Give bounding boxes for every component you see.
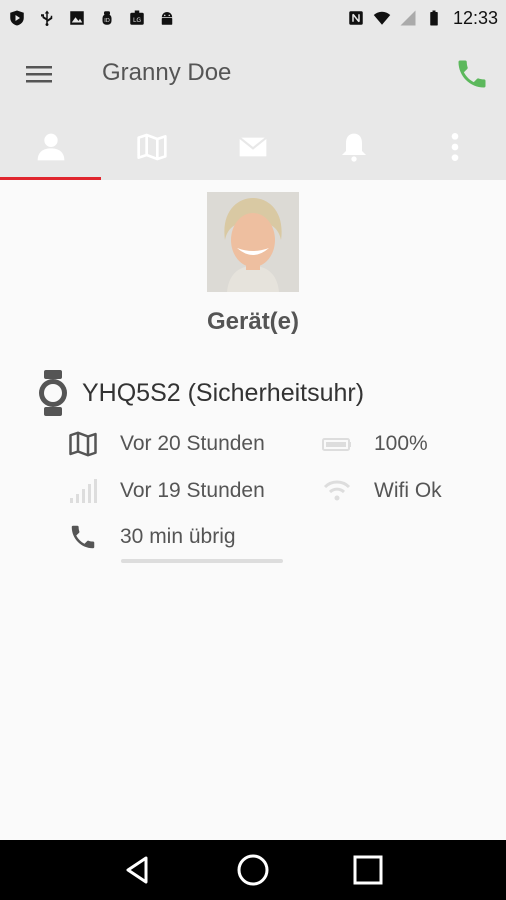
device-row[interactable]: YHQ5S2 (Sicherheitsuhr) [36,370,364,416]
call-time-info: 30 min übrig [68,522,236,552]
menu-icon[interactable] [20,60,60,90]
watch-icon [39,370,67,416]
status-time: 12:33 [452,7,498,28]
svg-text:LG: LG [133,17,141,24]
wifi-icon [373,11,391,25]
more-vert-icon [452,133,459,161]
image-icon [70,11,84,25]
call-icon[interactable] [454,56,490,92]
map-icon [137,133,167,161]
app-bar: Granny Doe [0,36,506,114]
call-remaining: 30 min übrig [120,525,236,548]
location-info: Vor 20 Stunden [68,429,265,459]
tab-map[interactable] [101,114,202,180]
signal-icon [400,10,416,26]
signal-time: Vor 19 Stunden [120,479,265,502]
wifi-status: Wifi Ok [374,479,442,502]
phone-icon [71,525,95,549]
bug-icon: ID [102,11,112,25]
tab-bar [0,114,506,180]
nfc-icon [349,11,363,25]
avatar[interactable] [207,192,299,292]
system-nav-bar [0,840,506,900]
person-icon [37,133,64,161]
android-icon [161,12,173,25]
tab-messages[interactable] [202,114,303,180]
back-icon[interactable] [120,852,156,888]
tab-profile[interactable] [0,114,102,180]
tab-more[interactable] [405,114,506,180]
device-name: YHQ5S2 (Sicherheitsuhr) [82,378,365,407]
wifi-icon [323,480,351,501]
recents-icon[interactable] [350,852,386,888]
svg-text:ID: ID [104,18,110,24]
devices-heading: Gerät(e) [206,308,300,335]
map-icon [69,431,97,457]
page-title: Granny Doe [102,59,232,86]
usb-icon [41,10,53,27]
play-shield-icon [10,10,24,26]
lg-icon: LG [130,10,144,25]
wifi-info: Wifi Ok [322,476,442,506]
bell-icon [342,133,367,162]
battery-horizontal-icon [322,438,351,451]
battery-info: 100% [322,429,428,459]
call-time-progress [121,559,283,563]
battery-level: 100% [374,432,428,455]
status-bar: ID LG 12:33 [0,0,506,36]
tab-notifications[interactable] [304,114,405,180]
home-icon[interactable] [235,852,271,888]
signal-bars-icon [70,479,97,503]
main-content: Gerät(e) YHQ5S2 (Sicherheitsuhr) Vor 20 … [0,180,506,840]
location-time: Vor 20 Stunden [120,432,265,455]
mail-icon [239,136,267,157]
signal-info: Vor 19 Stunden [68,476,265,506]
battery-icon [430,10,438,26]
